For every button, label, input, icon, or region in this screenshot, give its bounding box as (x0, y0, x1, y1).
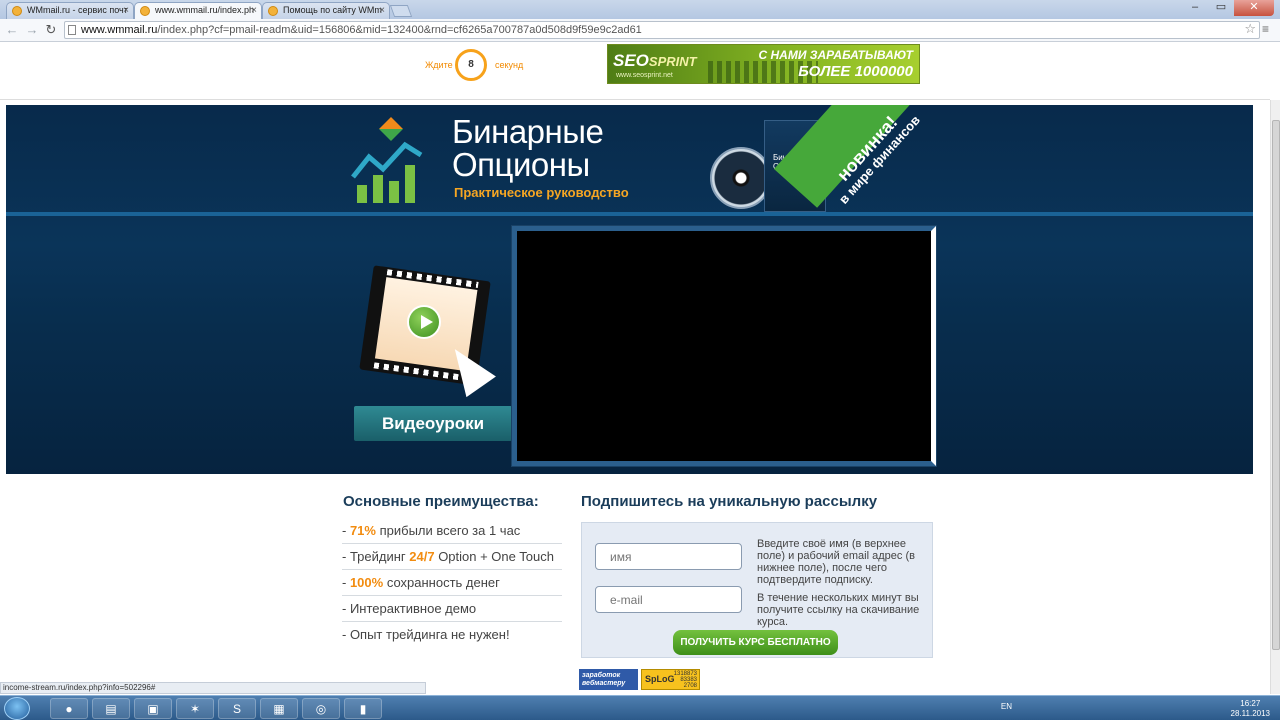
page-icon (68, 25, 76, 35)
url-path: /index.php?cf=pmail-readm&uid=156806&mid… (157, 24, 642, 36)
chart-logo-icon (351, 117, 423, 203)
video-player[interactable] (512, 226, 936, 466)
back-icon[interactable]: ← (4, 22, 20, 38)
app-icon[interactable]: ◎ (302, 698, 340, 719)
close-tab-icon[interactable]: × (251, 3, 257, 18)
forward-icon[interactable]: → (24, 22, 40, 38)
banner-line1: С НАМИ ЗАРАБАТЫВАЮТ (758, 48, 913, 62)
play-icon (407, 305, 441, 339)
favicon-icon (140, 6, 150, 16)
seosprint-banner[interactable]: SEOSPRINT www.seosprint.net С НАМИ ЗАРАБ… (607, 44, 920, 84)
advantages-list: - 71% прибыли всего за 1 час - Трейдинг … (342, 518, 562, 648)
video-lessons-button[interactable]: Видеоуроки (354, 406, 512, 441)
browser-toolbar: ← → ↻ www.wmmail.ru/index.php?cf=pmail-r… (0, 19, 1280, 42)
close-tab-icon[interactable]: × (123, 3, 129, 18)
tab-label: Помощь по сайту WMm (283, 5, 382, 15)
list-item: - Интерактивное демо (342, 596, 562, 622)
favicon-icon (12, 6, 22, 16)
scrollbar-thumb[interactable] (1272, 120, 1280, 650)
window-controls: – ▭ ✕ (1182, 0, 1274, 16)
ad-bar: Ждите 8 секунд SEOSPRINT www.seosprint.n… (0, 43, 1270, 100)
tab-strip: WMmail.ru - сервис почт × www.wmmail.ru/… (0, 0, 1280, 19)
timer-wait-label: Ждите (425, 60, 453, 70)
windows-taskbar: ● ▤ ▣ ✶ S ▦ ◎ ▮ EN 16:27 28.11.2013 (0, 695, 1280, 720)
name-input[interactable] (595, 543, 742, 570)
tab-label: WMmail.ru - сервис почт (27, 5, 128, 15)
hero-subtitle: Практическое руководство (454, 185, 629, 200)
favicon-icon (268, 6, 278, 16)
app-icon[interactable]: ▣ (134, 698, 172, 719)
get-course-button[interactable]: ПОЛУЧИТЬ КУРС БЕСПЛАТНО (673, 630, 838, 655)
address-bar[interactable]: www.wmmail.ru/index.php?cf=pmail-readm&u… (64, 21, 1260, 39)
hero-divider (6, 212, 1253, 216)
timer-seconds-label: секунд (495, 60, 524, 70)
menu-icon[interactable]: ≡ (1262, 22, 1274, 36)
new-tab-button[interactable] (389, 5, 413, 17)
list-item: - Трейдинг 24/7 Option + One Touch (342, 544, 562, 570)
hero-title: Бинарные Опционы (452, 113, 604, 183)
webmaster-counter[interactable]: заработок вебмастеру (579, 669, 638, 690)
splog-counter[interactable]: SpLoG 1318873 83383 2708 (641, 669, 700, 690)
close-tab-icon[interactable]: × (379, 3, 385, 18)
minimize-icon[interactable]: – (1182, 0, 1208, 16)
reload-icon[interactable]: ↻ (43, 22, 59, 38)
hero-section: Бинарные Опционы Практическое руководств… (6, 105, 1253, 474)
list-item: - 100% сохранность денег (342, 570, 562, 596)
explorer-app-icon[interactable]: ▤ (92, 698, 130, 719)
tab-active[interactable]: www.wmmail.ru/index.ph × (134, 2, 262, 19)
name-hint: Введите своё имя (в верхнее поле) и рабо… (757, 538, 915, 586)
maximize-icon[interactable]: ▭ (1208, 0, 1234, 16)
vertical-scrollbar[interactable] (1270, 100, 1280, 694)
tab-wmmail[interactable]: WMmail.ru - сервис почт × (6, 2, 134, 19)
banner-url: www.seosprint.net (616, 72, 673, 79)
subscribe-title: Подпишитесь на уникальную рассылку (581, 493, 878, 510)
start-button-icon[interactable] (4, 697, 30, 720)
chrome-app-icon[interactable]: ● (50, 698, 88, 719)
close-window-icon[interactable]: ✕ (1234, 0, 1274, 16)
email-input[interactable] (595, 586, 742, 613)
tab-label: www.wmmail.ru/index.ph (155, 5, 255, 15)
banner-line2: БОЛЕЕ 1000000 (798, 63, 913, 80)
timer-value: 8 (455, 49, 487, 81)
email-hint: В течение нескольких минут вы получите с… (757, 592, 920, 628)
advantages-title: Основные преимущества: (343, 493, 539, 510)
app-icon[interactable]: ✶ (176, 698, 214, 719)
language-indicator[interactable]: EN (1001, 702, 1012, 711)
list-item: - Опыт трейдинга не нужен! (342, 627, 510, 642)
system-clock[interactable]: 16:27 28.11.2013 (1231, 699, 1270, 719)
dvd-disc (710, 147, 772, 209)
bookmark-star-icon[interactable]: ☆ (1244, 21, 1256, 37)
subscribe-form: Введите своё имя (в верхнее поле) и рабо… (581, 522, 933, 658)
seosprint-logo: SEOSPRINT (613, 51, 697, 70)
app-icon[interactable]: ▮ (344, 698, 382, 719)
countdown-timer: Ждите 8 секунд (425, 46, 525, 86)
tab-help[interactable]: Помощь по сайту WMm × (262, 2, 390, 19)
list-item: - 71% прибыли всего за 1 час (342, 518, 562, 544)
skype-app-icon[interactable]: S (218, 698, 256, 719)
url-host: www.wmmail.ru (81, 24, 158, 36)
app-icon[interactable]: ▦ (260, 698, 298, 719)
status-url: income-stream.ru/index.php?info=502296# (0, 682, 426, 694)
